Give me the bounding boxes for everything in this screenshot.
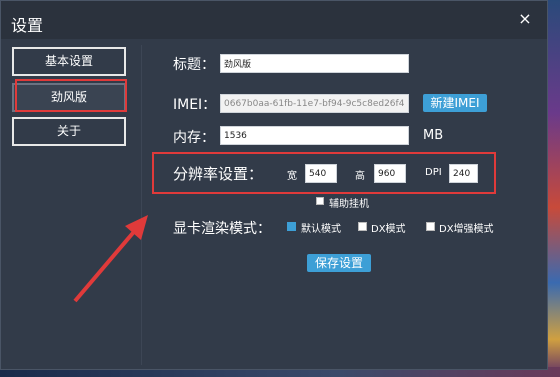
settings-dialog: 设置 × 基本设置 劲风版 关于 标题： IMEI： 新建IMEI 内存： MB… xyxy=(0,0,548,370)
annotation-arrow-icon xyxy=(73,215,148,303)
